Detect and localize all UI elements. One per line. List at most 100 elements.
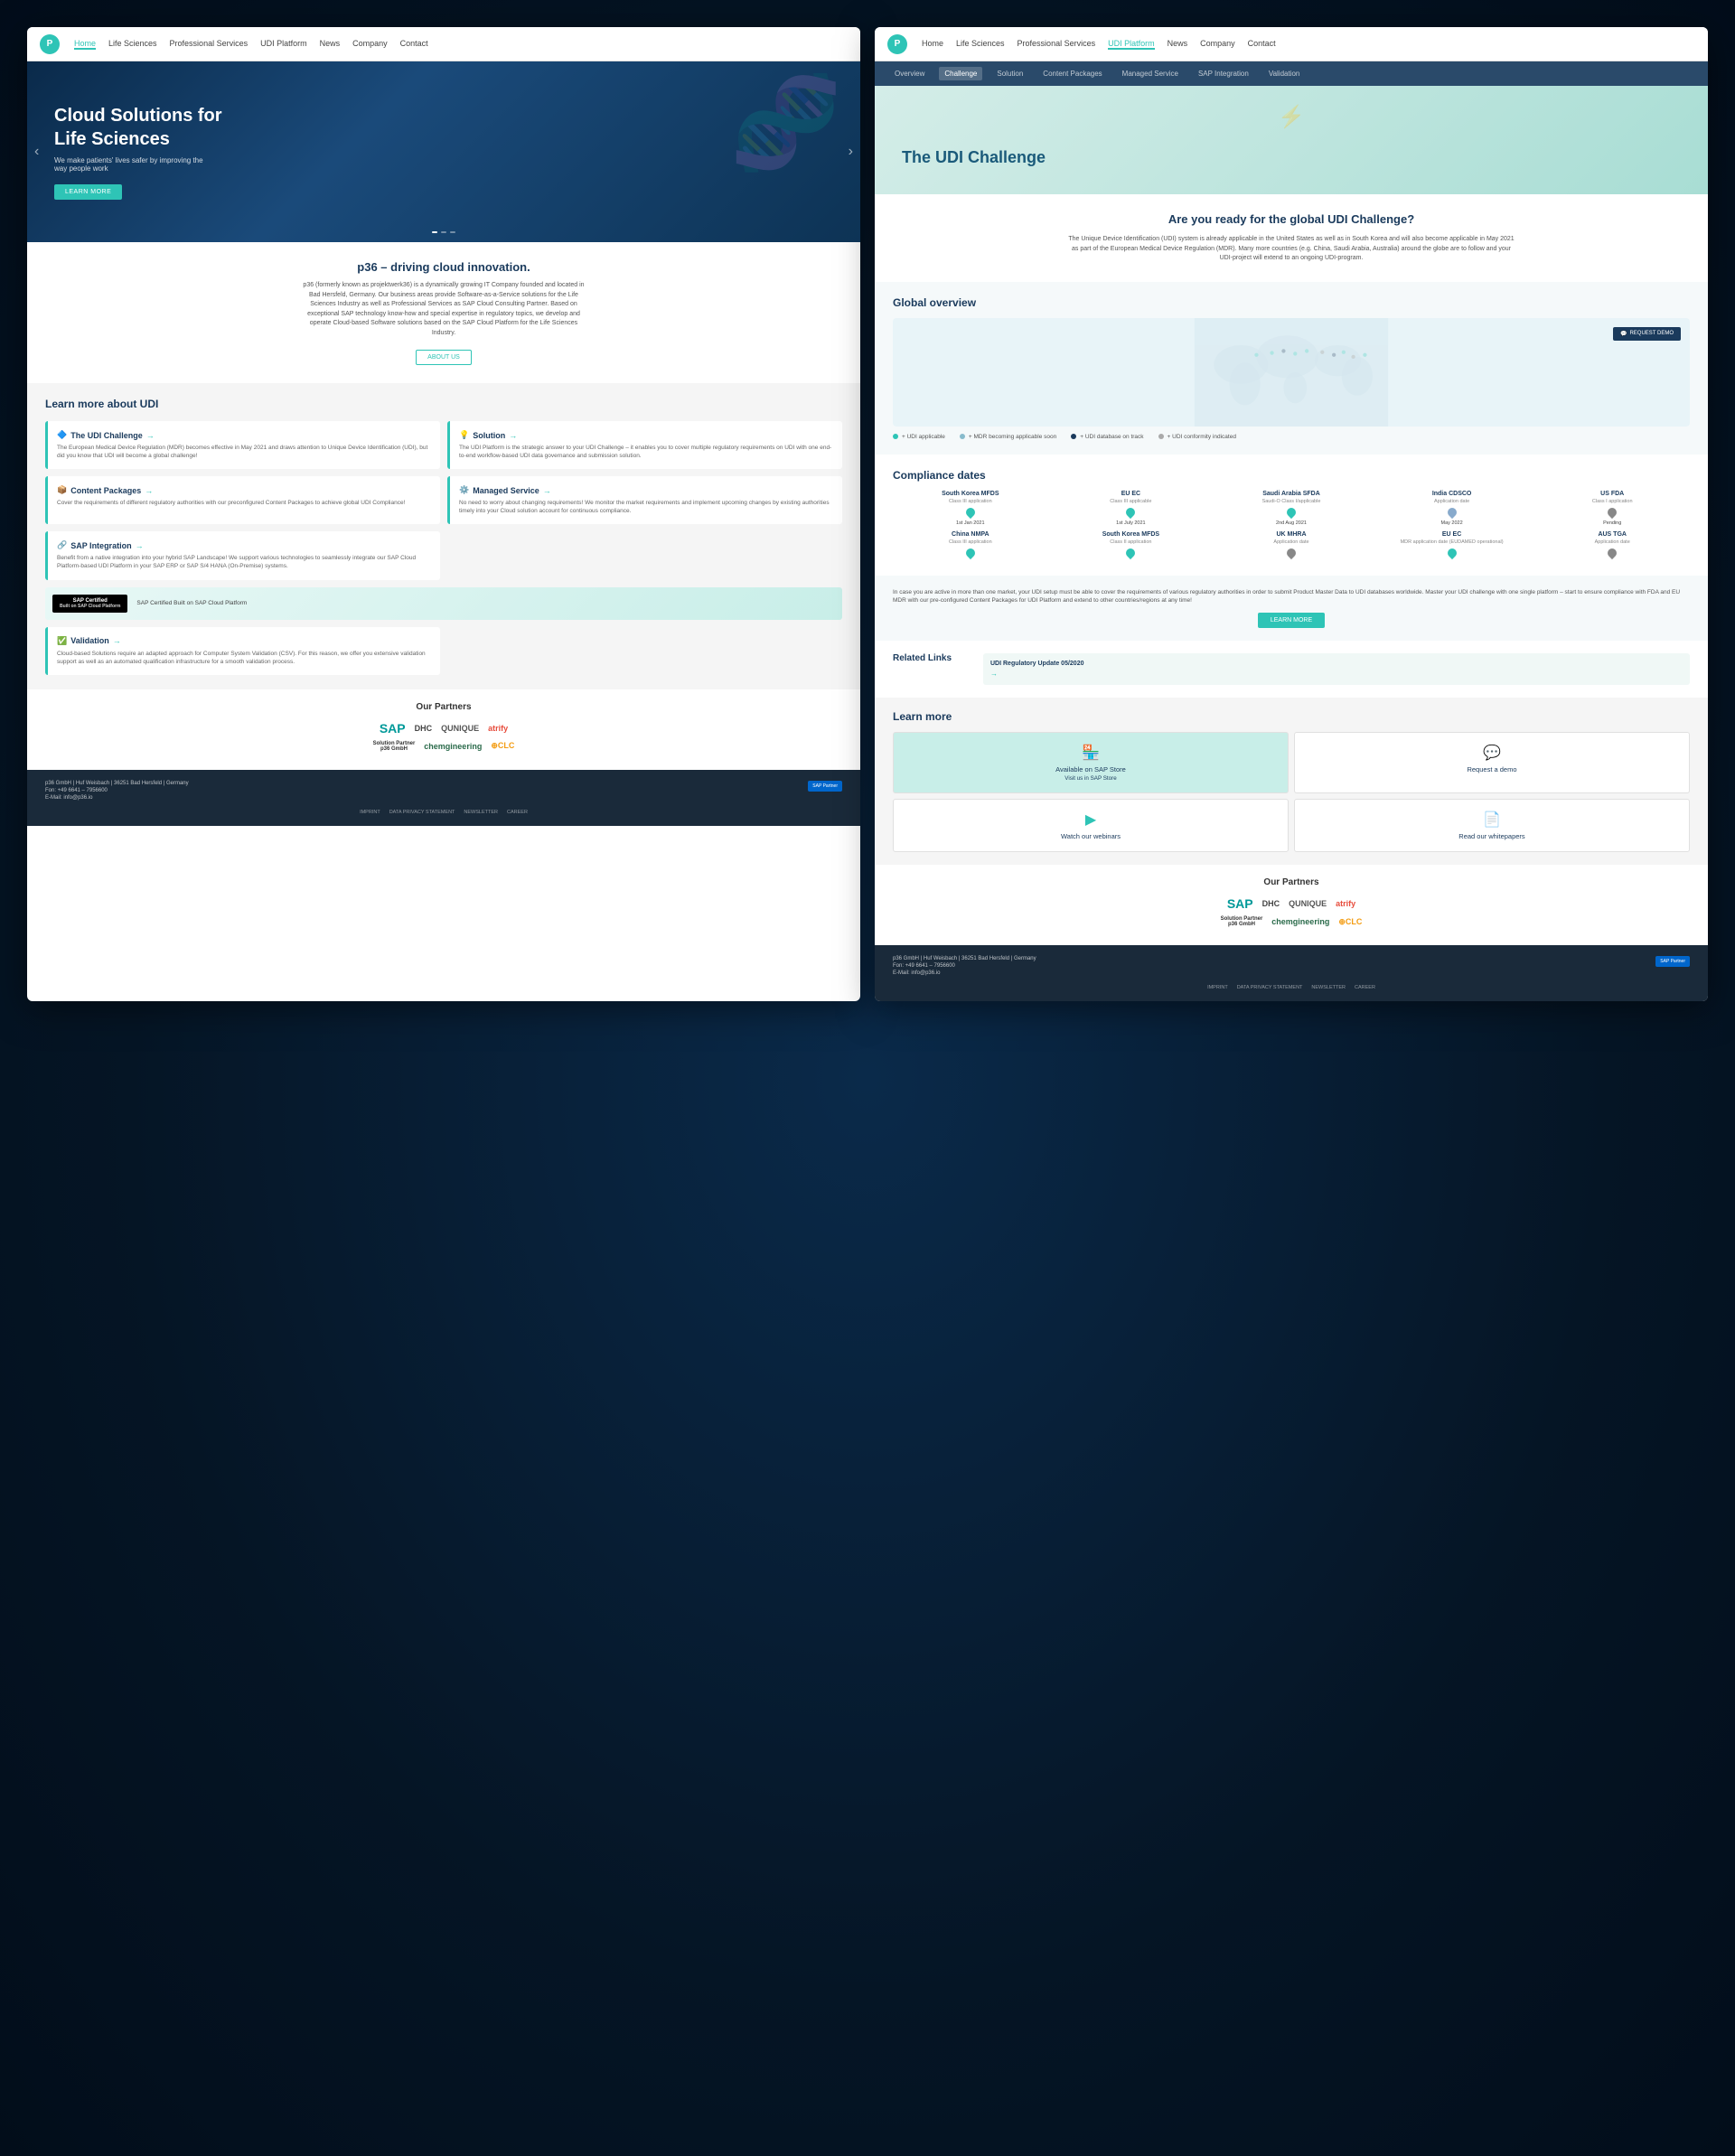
udi-card-challenge-title: 🔷 The UDI Challenge → [57, 430, 431, 440]
right-footer-link-career[interactable]: CAREER [1355, 985, 1375, 990]
hero-dot-2[interactable] [441, 231, 446, 233]
nav-link-contact[interactable]: Contact [400, 39, 428, 50]
left-partners-logos: SAP DHC QUNIQUE atrify [45, 721, 842, 736]
right-nav-contact[interactable]: Contact [1248, 39, 1276, 50]
tab-managed-service[interactable]: Managed Service [1117, 67, 1184, 80]
challenge-hero: ⚡ The UDI Challenge [875, 86, 1708, 194]
compliance-sub-3: Application date [1374, 499, 1530, 504]
hero-dot-1[interactable] [432, 231, 437, 233]
request-demo-button[interactable]: 💬 REQUEST DEMO [1613, 327, 1681, 341]
nav-link-news[interactable]: News [320, 39, 341, 50]
sap-certified-badge-block: SAP Certified Built on SAP Cloud Platfor… [45, 587, 842, 620]
compliance-region-7: UK MHRA [1214, 531, 1369, 538]
compliance-body-text: In case you are active in more than one … [893, 588, 1690, 606]
tab-solution[interactable]: Solution [991, 67, 1028, 80]
left-nav-logo: P [40, 34, 60, 54]
right-partner-sap: SAP [1227, 896, 1253, 911]
hero-title: Cloud Solutions for Life Sciences [54, 104, 235, 151]
right-partner-dhc: DHC [1262, 899, 1280, 908]
compliance-region-5: China NMPA [893, 531, 1048, 538]
tab-content-packages[interactable]: Content Packages [1037, 67, 1107, 80]
right-footer-company: p36 GmbH | Huf Weisbach | 36251 Bad Hers… [893, 956, 1036, 961]
legend-udi-track: + UDI database on track [1071, 434, 1143, 440]
tab-validation[interactable]: Validation [1263, 67, 1306, 80]
legend-dot-blue [960, 434, 965, 439]
sap-store-icon: 🏪 [1082, 744, 1100, 762]
about-us-button[interactable]: ABOUT US [416, 350, 472, 365]
learn-card-webinars[interactable]: ▶ Watch our webinars [893, 799, 1289, 852]
compliance-region-8: EU EC [1374, 531, 1530, 538]
compliance-region-3: India CDSCO [1374, 491, 1530, 497]
udi-card-solution-body: The UDI Platform is the strategic answer… [459, 444, 833, 460]
learn-card-request-demo[interactable]: 💬 Request a demo [1294, 732, 1690, 793]
right-footer-links: IMPRINT DATA PRIVACY STATEMENT NEWSLETTE… [893, 985, 1690, 990]
challenge-content-heading: Are you ready for the global UDI Challen… [902, 212, 1681, 226]
legend-udi-conformity: + UDI conformity indicated [1158, 434, 1236, 440]
nav-link-home[interactable]: Home [74, 39, 96, 50]
related-links-section: Related Links UDI Regulatory Update 05/2… [875, 641, 1708, 698]
partner-sap: SAP [380, 721, 406, 736]
right-partners-logos: SAP DHC QUNIQUE atrify [893, 896, 1690, 911]
hero-next-arrow[interactable]: › [849, 144, 853, 160]
sap-cert-description: SAP Certified Built on SAP Cloud Platfor… [136, 600, 247, 606]
right-footer-link-privacy[interactable]: DATA PRIVACY STATEMENT [1237, 985, 1303, 990]
right-nav-news[interactable]: News [1168, 39, 1188, 50]
challenge-hero-title: The UDI Challenge [902, 148, 1046, 167]
left-nav-bar: P Home Life Sciences Professional Servic… [27, 27, 860, 61]
world-map: 💬 REQUEST DEMO [893, 318, 1690, 427]
right-partners-logos-row2: Solution Partnerp36 GmbH chemgineering ⊕… [893, 916, 1690, 927]
learn-card-whitepapers[interactable]: 📄 Read our whitepapers [1294, 799, 1690, 852]
tab-sap-integration[interactable]: SAP Integration [1193, 67, 1254, 80]
footer-link-newsletter[interactable]: NEWSLETTER [464, 810, 498, 815]
compliance-eu-ec: EU EC Class III applicable 1st July 2021 [1054, 491, 1209, 526]
compliance-date-4: Pending [1534, 520, 1690, 526]
udi-card-managed-body: No need to worry about changing requirem… [459, 499, 833, 515]
compliance-sub-4: Class I application [1534, 499, 1690, 504]
right-nav-professional[interactable]: Professional Services [1018, 39, 1096, 50]
udi-section-title: Learn more about UDI [45, 398, 842, 410]
nav-link-professional[interactable]: Professional Services [170, 39, 249, 50]
left-footer-top: p36 GmbH | Huf Weisbach | 36251 Bad Hers… [45, 781, 842, 802]
right-footer-link-newsletter[interactable]: NEWSLETTER [1311, 985, 1346, 990]
tab-overview[interactable]: Overview [889, 67, 930, 80]
compliance-china: China NMPA Class III application [893, 531, 1048, 561]
learn-more-title: Learn more [893, 710, 1690, 723]
nav-link-udi[interactable]: UDI Platform [260, 39, 307, 50]
nav-link-company[interactable]: Company [352, 39, 388, 50]
validation-icon: ✅ [57, 636, 67, 646]
udi-card-sap-title: 🔗 SAP Integration → [57, 540, 431, 550]
compliance-date-2: 2nd Aug 2021 [1214, 520, 1369, 526]
right-nav-company[interactable]: Company [1200, 39, 1235, 50]
solution-icon: 💡 [459, 430, 469, 440]
related-link-item[interactable]: UDI Regulatory Update 05/2020 → [983, 653, 1690, 685]
right-nav-home[interactable]: Home [922, 39, 943, 50]
whitepapers-label: Read our whitepapers [1458, 832, 1524, 840]
learn-card-sap-store[interactable]: 🏪 Available on SAP StoreVisit us in SAP … [893, 732, 1289, 793]
partner-solution: Solution Partnerp36 GmbH [373, 741, 416, 752]
right-nav-life[interactable]: Life Sciences [956, 39, 1005, 50]
footer-link-imprint[interactable]: IMPRINT [360, 810, 380, 815]
legend-udi-applicable: + UDI applicable [893, 434, 945, 440]
left-footer-company: p36 GmbH | Huf Weisbach | 36251 Bad Hers… [45, 781, 189, 786]
right-nav-logo: P [887, 34, 907, 54]
compliance-region-9: AUS TGA [1534, 531, 1690, 538]
hero-subtitle: We make patients' lives safer by improvi… [54, 156, 217, 173]
footer-link-career[interactable]: CAREER [507, 810, 528, 815]
hero-dot-3[interactable] [450, 231, 455, 233]
hero-prev-arrow[interactable]: ‹ [34, 144, 39, 160]
compliance-learn-more-button[interactable]: LEARN MORE [1258, 613, 1325, 628]
validation-arrow-icon: → [113, 636, 121, 645]
right-nav-udi[interactable]: UDI Platform [1108, 39, 1155, 50]
right-footer-top: p36 GmbH | Huf Weisbach | 36251 Bad Hers… [893, 956, 1690, 978]
whitepapers-icon: 📄 [1483, 811, 1501, 829]
left-partners-section: Our Partners SAP DHC QUNIQUE atrify Solu… [27, 689, 860, 770]
content-arrow-icon: → [145, 486, 153, 495]
legend-dot-dark [1071, 434, 1076, 439]
footer-link-privacy[interactable]: DATA PRIVACY STATEMENT [389, 810, 455, 815]
hero-cta-button[interactable]: LEARN MORE [54, 184, 122, 200]
right-footer-link-imprint[interactable]: IMPRINT [1207, 985, 1228, 990]
nav-link-life-sciences[interactable]: Life Sciences [108, 39, 157, 50]
tab-challenge[interactable]: Challenge [939, 67, 982, 80]
compliance-region-6: South Korea MFDS [1054, 531, 1209, 538]
left-nav-links: Home Life Sciences Professional Services… [74, 39, 428, 50]
